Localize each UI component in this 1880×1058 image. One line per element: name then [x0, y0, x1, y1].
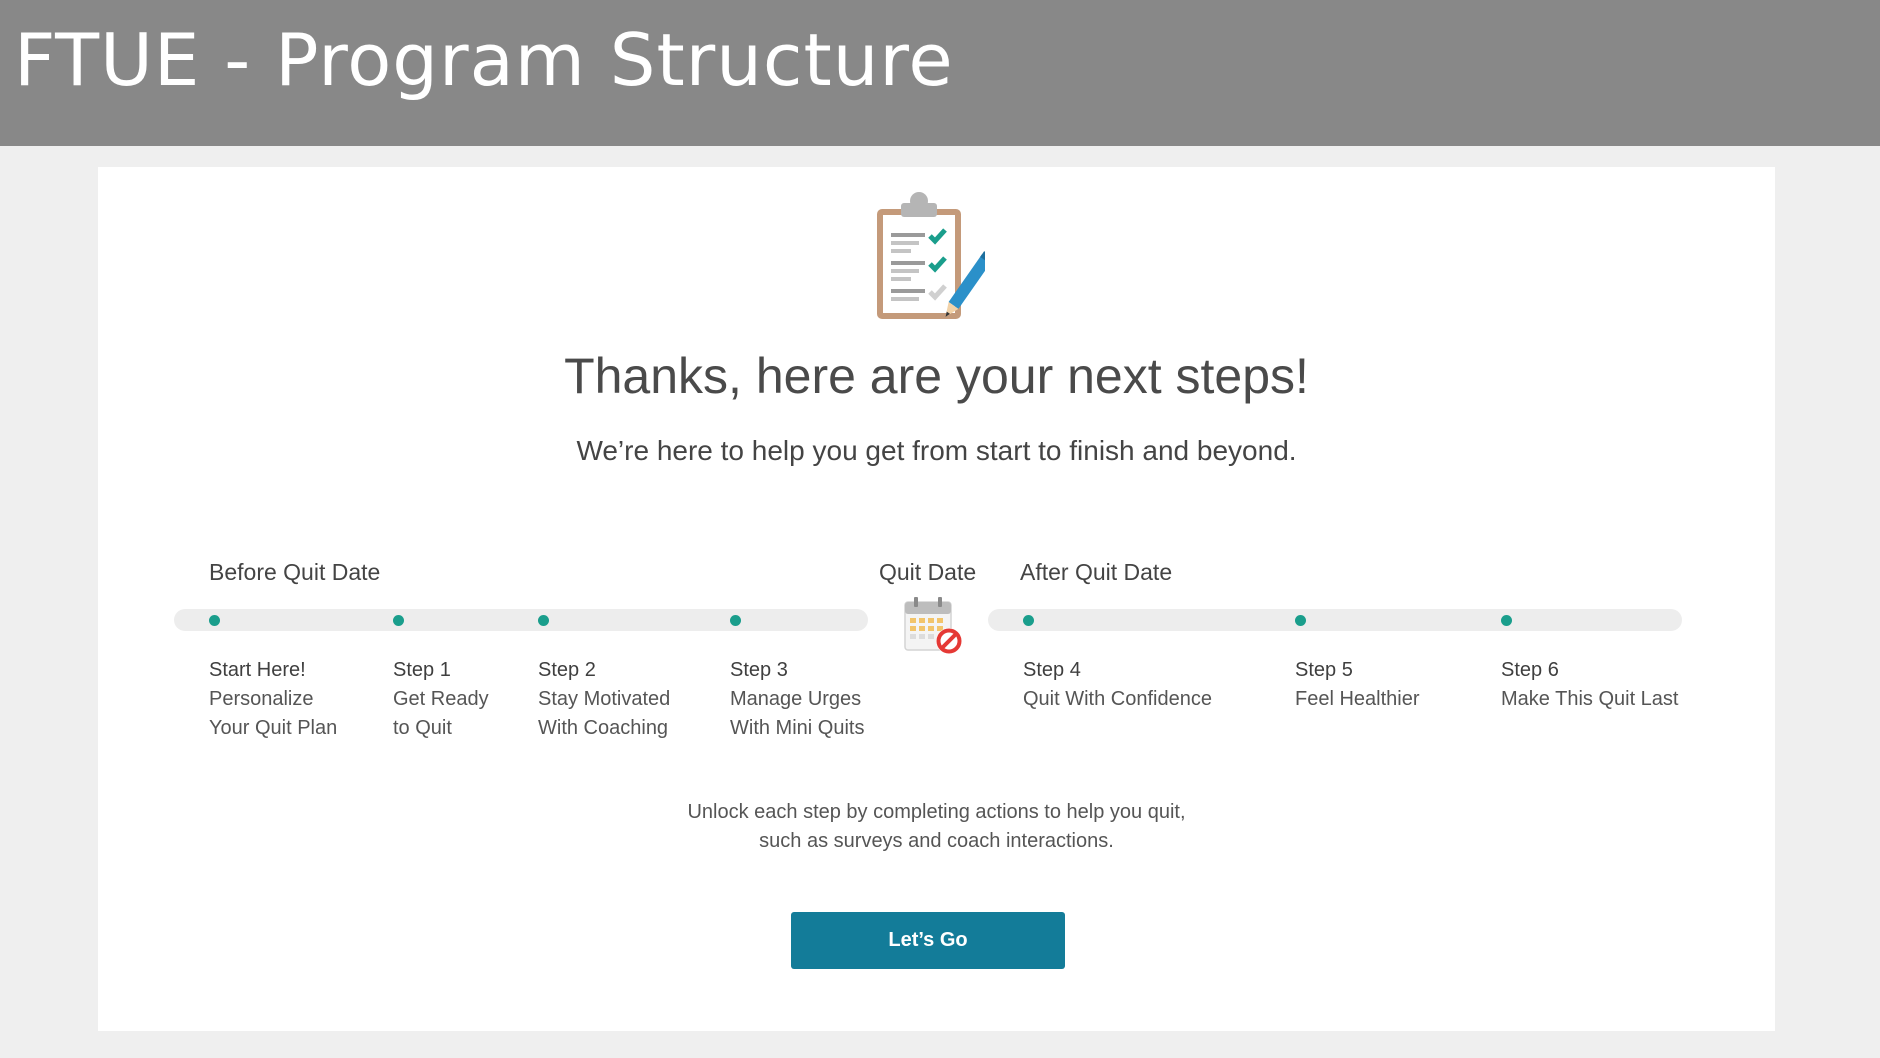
- slide-header: FTUE - Program Structure: [0, 0, 1880, 146]
- step-title: Step 4: [1023, 659, 1081, 681]
- calendar-no-icon: [904, 597, 962, 654]
- unlock-note-line: Unlock each step by completing actions t…: [687, 801, 1186, 823]
- step-dot: [730, 615, 741, 626]
- step-title: Start Here!: [209, 659, 306, 681]
- clipboard-checklist-icon: [877, 192, 985, 319]
- step-description: With Mini Quits: [730, 717, 865, 739]
- step-dot: [393, 615, 404, 626]
- step-3: Step 3 Manage Urges With Mini Quits: [730, 656, 864, 743]
- step-description: Your Quit Plan: [209, 717, 338, 739]
- step-1: Step 1 Get Ready to Quit: [393, 656, 489, 743]
- progress-track-before: [174, 609, 868, 631]
- step-title: Step 2: [538, 659, 596, 681]
- step-dot: [538, 615, 549, 626]
- step-title: Step 5: [1295, 659, 1353, 681]
- step-title: Step 6: [1501, 659, 1559, 681]
- step-dot: [1023, 615, 1034, 626]
- step-dot: [1501, 615, 1512, 626]
- onboarding-card: Thanks, here are your next steps! We’re …: [98, 167, 1775, 1031]
- step-description: Stay Motivated: [538, 688, 671, 710]
- step-dot: [209, 615, 220, 626]
- step-description: Get Ready: [393, 688, 489, 710]
- step-5: Step 5 Feel Healthier: [1295, 656, 1420, 714]
- phase-label-after: After Quit Date: [1020, 559, 1173, 585]
- step-2: Step 2 Stay Motivated With Coaching: [538, 656, 670, 743]
- slide-title: FTUE - Program Structure: [14, 18, 954, 102]
- step-start-here: Start Here! Personalize Your Quit Plan: [209, 656, 337, 743]
- step-description: Make This Quit Last: [1501, 688, 1679, 710]
- step-description: Manage Urges: [730, 688, 862, 710]
- step-description: With Coaching: [538, 717, 669, 739]
- step-description: to Quit: [393, 717, 452, 739]
- step-dot: [1295, 615, 1306, 626]
- page-heading: Thanks, here are your next steps!: [564, 348, 1309, 404]
- phase-label-before: Before Quit Date: [209, 559, 381, 585]
- step-description: Quit With Confidence: [1023, 688, 1212, 710]
- step-title: Step 3: [730, 659, 788, 681]
- step-description: Personalize: [209, 688, 314, 710]
- step-4: Step 4 Quit With Confidence: [1023, 656, 1212, 714]
- step-6: Step 6 Make This Quit Last: [1501, 656, 1678, 714]
- step-description: Feel Healthier: [1295, 688, 1420, 710]
- unlock-note-line: such as surveys and coach interactions.: [759, 830, 1114, 852]
- phase-label-quit-date: Quit Date: [879, 559, 977, 585]
- page-subheading: We’re here to help you get from start to…: [576, 435, 1297, 466]
- unlock-note: Unlock each step by completing actions t…: [98, 798, 1775, 856]
- lets-go-button[interactable]: Let’s Go: [791, 912, 1065, 969]
- progress-track-after: [988, 609, 1682, 631]
- step-title: Step 1: [393, 659, 451, 681]
